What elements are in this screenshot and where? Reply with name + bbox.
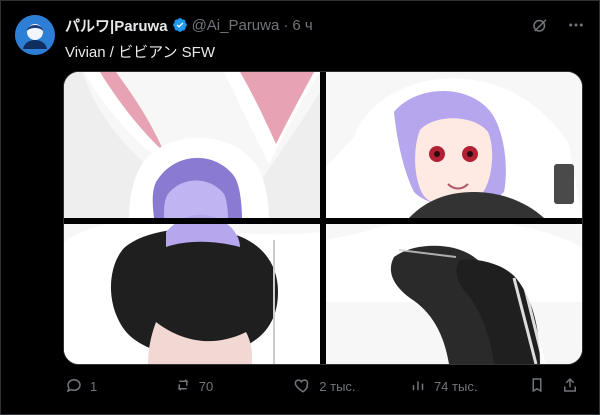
- media-image-1[interactable]: [64, 72, 320, 218]
- reply-count: 1: [90, 378, 98, 394]
- media-image-3[interactable]: [64, 214, 320, 364]
- views-icon: [409, 376, 427, 397]
- reply-icon: [65, 376, 83, 397]
- media-gap-horizontal: [64, 218, 582, 224]
- grok-icon[interactable]: [531, 16, 549, 34]
- bookmark-icon: [528, 376, 546, 397]
- retweet-count: 70: [198, 378, 214, 394]
- avatar-image: [15, 15, 55, 55]
- author-name[interactable]: パルワ|Paruwa: [65, 15, 168, 36]
- separator-dot: ·: [283, 16, 289, 34]
- views-count: 74 тыс.: [433, 378, 478, 394]
- reply-button[interactable]: 1: [65, 376, 174, 397]
- verified-badge-icon: [172, 17, 188, 33]
- avatar[interactable]: [15, 15, 55, 55]
- media-mosaic: [64, 72, 582, 364]
- tweet-actions: 1 70 2 тыс. 74 тыс.: [65, 373, 585, 399]
- share-button[interactable]: [561, 376, 585, 397]
- retweet-icon: [174, 376, 192, 397]
- retweet-button[interactable]: 70: [174, 376, 295, 397]
- tweet-text: Vivian / ビビアン SFW: [65, 44, 215, 61]
- share-icon: [561, 376, 579, 397]
- like-count: 2 тыс.: [319, 378, 356, 394]
- timestamp[interactable]: 6 ч: [292, 17, 312, 34]
- author-handle[interactable]: @Ai_Paruwa: [192, 17, 280, 34]
- tweet-card[interactable]: パルワ|Paruwa @Ai_Paruwa · 6 ч Vivian / ビビア…: [0, 0, 600, 415]
- header-actions: [531, 16, 585, 34]
- media-image-2[interactable]: [326, 72, 582, 219]
- like-icon: [294, 376, 312, 397]
- tweet-header: パルワ|Paruwa @Ai_Paruwa · 6 ч: [65, 15, 585, 35]
- more-icon[interactable]: [567, 16, 585, 34]
- views-button[interactable]: 74 тыс.: [409, 376, 528, 397]
- media-image-4[interactable]: [326, 218, 582, 364]
- like-button[interactable]: 2 тыс.: [294, 376, 409, 397]
- tweet-media-grid[interactable]: [63, 71, 583, 365]
- bookmark-button[interactable]: [528, 376, 552, 397]
